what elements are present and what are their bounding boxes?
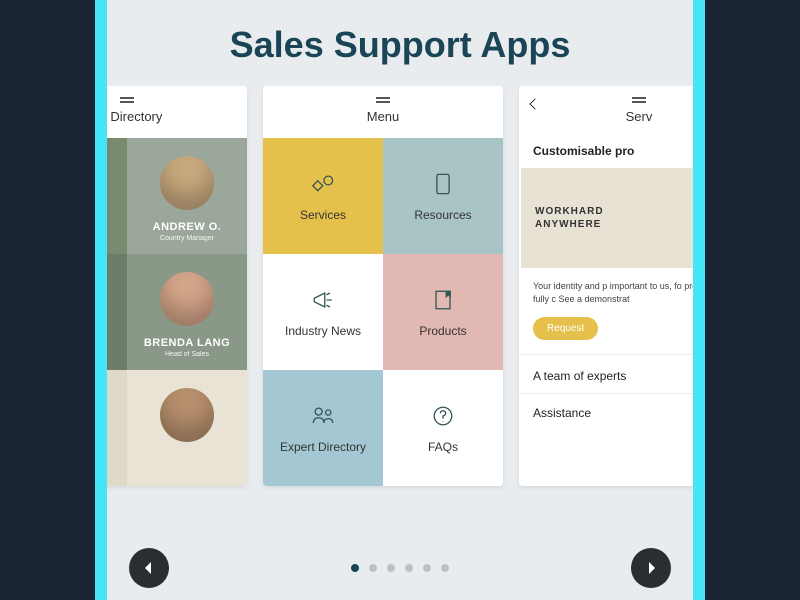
expert-cell[interactable]: N — [107, 138, 127, 254]
prev-button[interactable] — [129, 548, 169, 588]
tile-resources[interactable]: Resources — [383, 138, 503, 254]
card-menu: Menu Services Resources In — [263, 86, 503, 486]
card-header: Menu — [263, 86, 503, 138]
expert-cell[interactable]: BRENDA LANG Head of Sales — [127, 254, 247, 370]
chevron-right-icon — [643, 560, 659, 576]
card-expert-directory: ert Directory N ANDREW O. Country Manage… — [107, 86, 247, 486]
menu-icon[interactable] — [376, 101, 390, 103]
card-header: ert Directory — [107, 86, 247, 138]
avatar — [160, 388, 214, 442]
promo-banner: WORKHARD ANYWHERE — [521, 168, 693, 268]
section-experts[interactable]: A team of experts — [519, 354, 693, 393]
dots — [351, 564, 449, 572]
tablet-icon — [429, 170, 457, 198]
carousel: ert Directory N ANDREW O. Country Manage… — [107, 86, 693, 496]
question-icon — [429, 402, 457, 430]
tile-faqs[interactable]: FAQs — [383, 370, 503, 486]
dot[interactable] — [387, 564, 395, 572]
dot[interactable] — [405, 564, 413, 572]
tile-industry-news[interactable]: Industry News — [263, 254, 383, 370]
avatar — [160, 272, 214, 326]
expert-grid: N ANDREW O. Country Manager S — [107, 138, 247, 486]
dot[interactable] — [351, 564, 359, 572]
expert-cell[interactable]: S — [107, 254, 127, 370]
cyan-frame: Sales Support Apps ert Directory N — [95, 0, 705, 600]
dot[interactable] — [423, 564, 431, 572]
chevron-left-icon — [141, 560, 157, 576]
inner-panel: Sales Support Apps ert Directory N — [107, 0, 693, 600]
dot[interactable] — [441, 564, 449, 572]
avatar — [160, 156, 214, 210]
expert-cell[interactable]: ANDREW O. Country Manager — [127, 138, 247, 254]
card-services: Serv Customisable pro WORKHARD ANYWHERE … — [519, 86, 693, 486]
card-title: ert Directory — [107, 109, 162, 124]
carousel-nav — [107, 564, 693, 572]
tile-services[interactable]: Services — [263, 138, 383, 254]
expert-cell[interactable] — [107, 370, 127, 486]
menu-icon[interactable] — [632, 101, 646, 103]
card-title: Menu — [367, 109, 400, 124]
body-text: Your identity and p important to us, fo … — [519, 268, 693, 317]
section-assistance[interactable]: Assistance — [519, 393, 693, 432]
page-title: Sales Support Apps — [107, 0, 693, 86]
card-track: ert Directory N ANDREW O. Country Manage… — [107, 86, 693, 486]
tile-expert-directory[interactable]: Expert Directory — [263, 370, 383, 486]
shapes-icon — [309, 170, 337, 198]
tile-products[interactable]: Products — [383, 254, 503, 370]
subtitle: Customisable pro — [519, 138, 693, 168]
expert-cell[interactable] — [127, 370, 247, 486]
card-title: Serv — [626, 109, 653, 124]
dot[interactable] — [369, 564, 377, 572]
megaphone-icon — [309, 286, 337, 314]
card-header: Serv — [519, 86, 693, 138]
request-button[interactable]: Request — [533, 317, 598, 340]
next-button[interactable] — [631, 548, 671, 588]
menu-icon[interactable] — [120, 101, 134, 103]
promo-label: WORKHARD ANYWHERE — [521, 205, 604, 231]
people-icon — [309, 402, 337, 430]
bookmark-icon — [429, 286, 457, 314]
menu-grid: Services Resources Industry News Pr — [263, 138, 503, 486]
